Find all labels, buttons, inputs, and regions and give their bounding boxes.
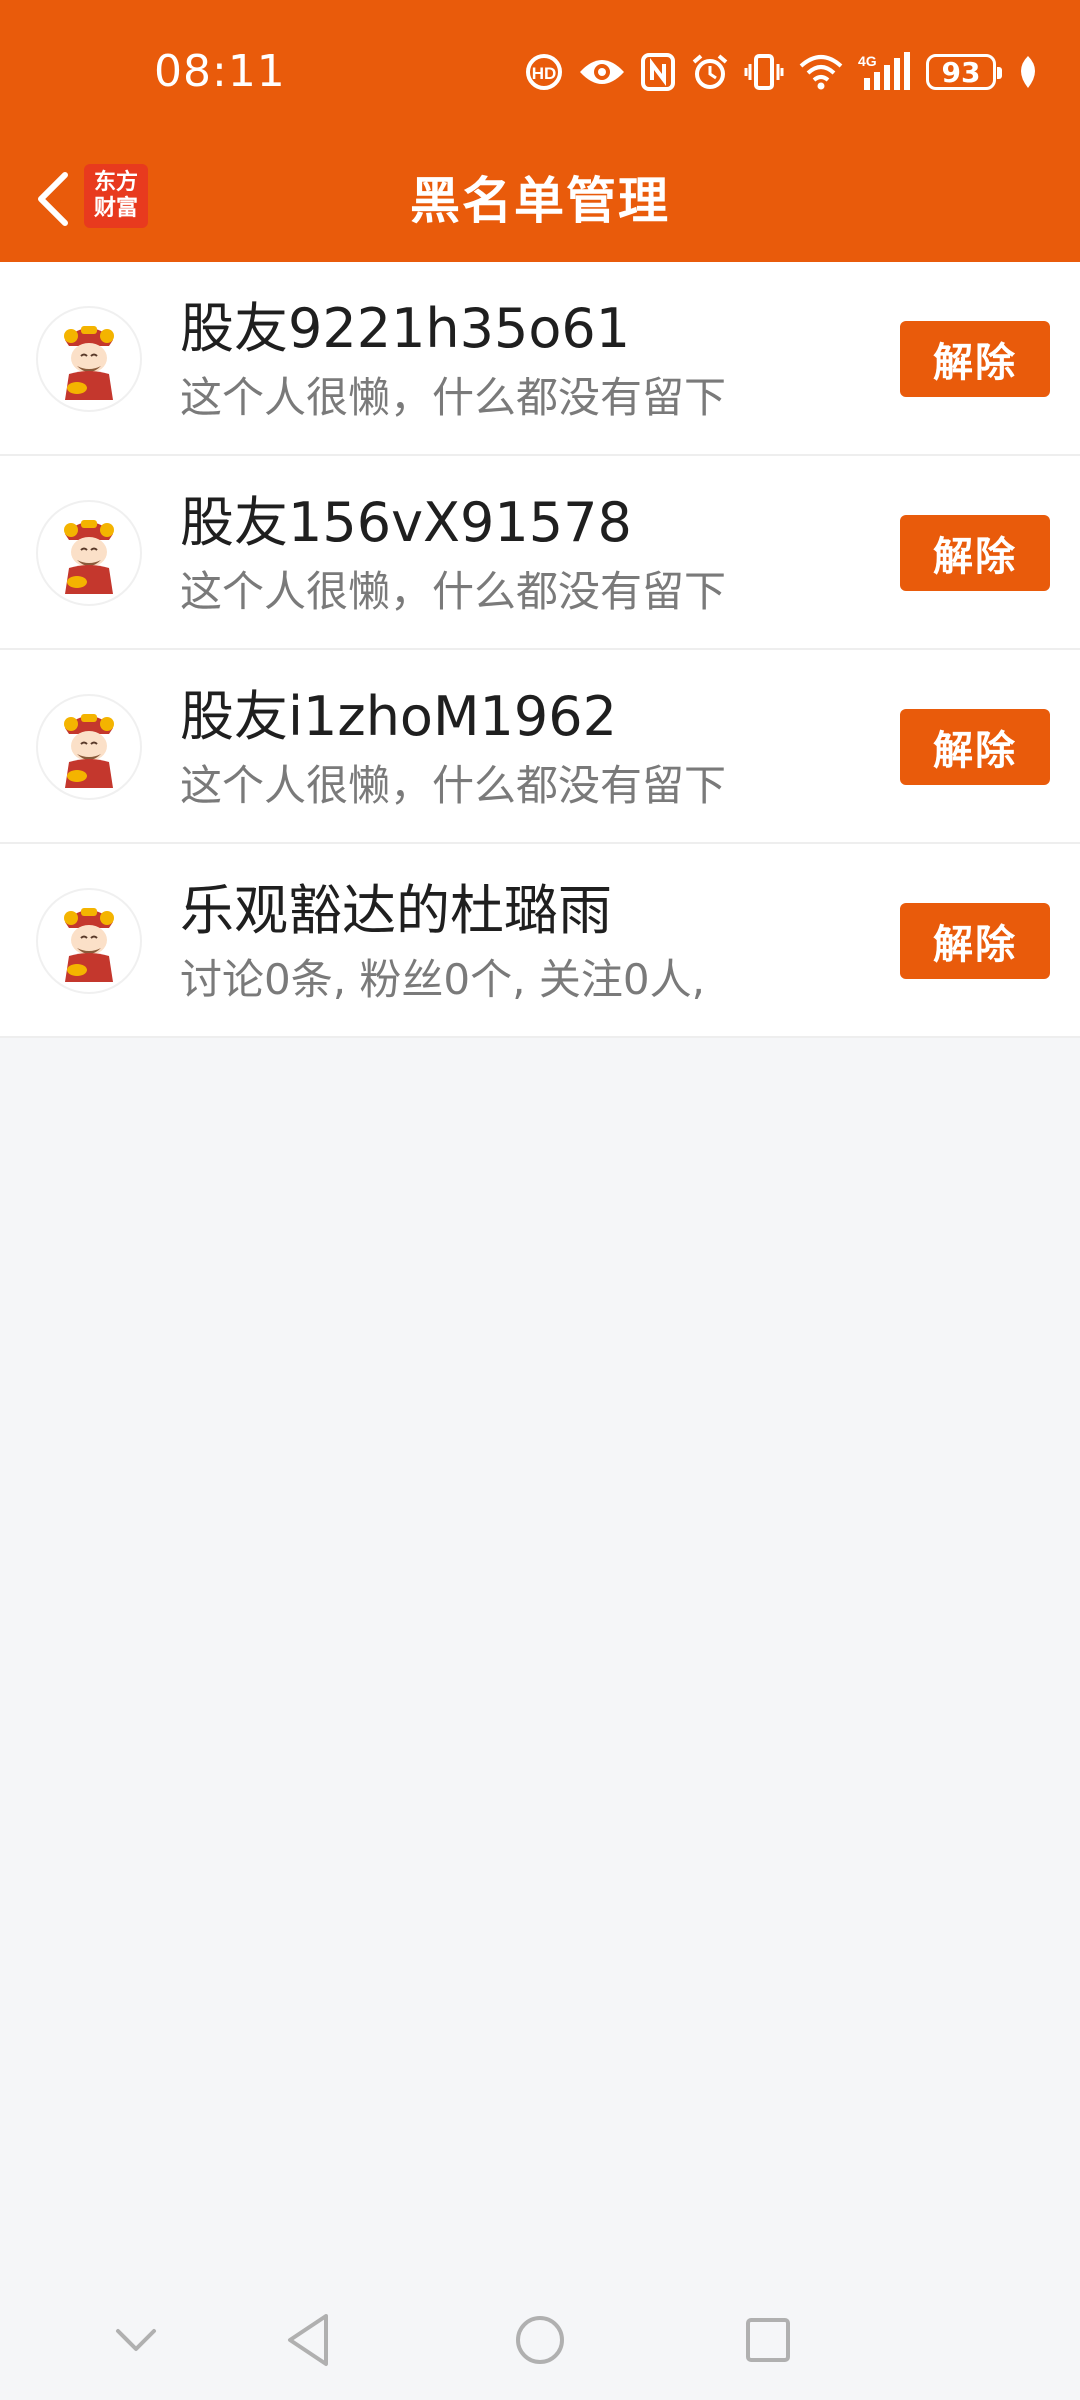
home-circle-icon bbox=[516, 2316, 564, 2364]
status-icons: HD 4G 93 bbox=[524, 48, 1040, 96]
nav-home-button[interactable] bbox=[508, 2308, 572, 2372]
leaf-icon bbox=[1016, 54, 1040, 90]
recents-square-icon bbox=[746, 2318, 790, 2362]
battery-icon: 93 bbox=[926, 54, 1002, 90]
list-item: 乐观豁达的杜璐雨 讨论0条, 粉丝0个, 关注0人, 解除 bbox=[0, 844, 1080, 1038]
back-triangle-icon bbox=[288, 2314, 328, 2366]
svg-text:HD: HD bbox=[532, 64, 557, 83]
nav-recents-button[interactable] bbox=[736, 2308, 800, 2372]
god-of-wealth-avatar-icon bbox=[64, 520, 114, 594]
avatar[interactable] bbox=[36, 306, 142, 412]
nfc-icon bbox=[640, 52, 676, 92]
avatar[interactable] bbox=[36, 500, 142, 606]
user-name: 股友i1zhoM1962 bbox=[180, 685, 617, 748]
list-item: 股友i1zhoM1962 这个人很懒，什么都没有留下 解除 bbox=[0, 650, 1080, 844]
remove-button[interactable]: 解除 bbox=[900, 709, 1050, 785]
svg-text:4G: 4G bbox=[858, 53, 877, 69]
app-bar: 东方 财富 黑名单管理 bbox=[0, 140, 1080, 262]
list-item: 股友9221h35o61 这个人很懒，什么都没有留下 解除 bbox=[0, 262, 1080, 456]
user-name: 乐观豁达的杜璐雨 bbox=[180, 879, 612, 942]
signal-4g-icon: 4G bbox=[858, 52, 912, 92]
blacklist: 股友9221h35o61 这个人很懒，什么都没有留下 解除 股友156vX915… bbox=[0, 262, 1080, 1038]
status-time: 08:11 bbox=[154, 46, 286, 97]
remove-button[interactable]: 解除 bbox=[900, 515, 1050, 591]
remove-button[interactable]: 解除 bbox=[900, 903, 1050, 979]
user-description: 这个人很懒，什么都没有留下 bbox=[180, 761, 727, 810]
user-description: 这个人很懒，什么都没有留下 bbox=[180, 373, 727, 422]
alarm-icon bbox=[690, 52, 730, 92]
hd-call-icon: HD bbox=[524, 52, 564, 92]
wifi-icon bbox=[798, 54, 844, 90]
user-description: 这个人很懒，什么都没有留下 bbox=[180, 567, 727, 616]
avatar[interactable] bbox=[36, 888, 142, 994]
nav-back-button[interactable] bbox=[276, 2308, 340, 2372]
system-nav-bar bbox=[0, 2280, 1080, 2400]
user-name: 股友9221h35o61 bbox=[180, 297, 631, 360]
vibrate-icon bbox=[744, 52, 784, 92]
avatar[interactable] bbox=[36, 694, 142, 800]
status-bar: 08:11 HD 4G 93 bbox=[0, 0, 1080, 140]
list-item: 股友156vX91578 这个人很懒，什么都没有留下 解除 bbox=[0, 456, 1080, 650]
eye-icon bbox=[578, 54, 626, 90]
god-of-wealth-avatar-icon bbox=[64, 908, 114, 982]
user-name: 股友156vX91578 bbox=[180, 491, 632, 554]
page-title: 黑名单管理 bbox=[410, 172, 670, 230]
god-of-wealth-avatar-icon bbox=[64, 326, 114, 400]
god-of-wealth-avatar-icon bbox=[64, 714, 114, 788]
chevron-down-icon bbox=[116, 2329, 156, 2351]
remove-button[interactable]: 解除 bbox=[900, 321, 1050, 397]
nav-collapse-button[interactable] bbox=[104, 2308, 168, 2372]
user-description: 讨论0条, 粉丝0个, 关注0人, bbox=[180, 955, 705, 1004]
